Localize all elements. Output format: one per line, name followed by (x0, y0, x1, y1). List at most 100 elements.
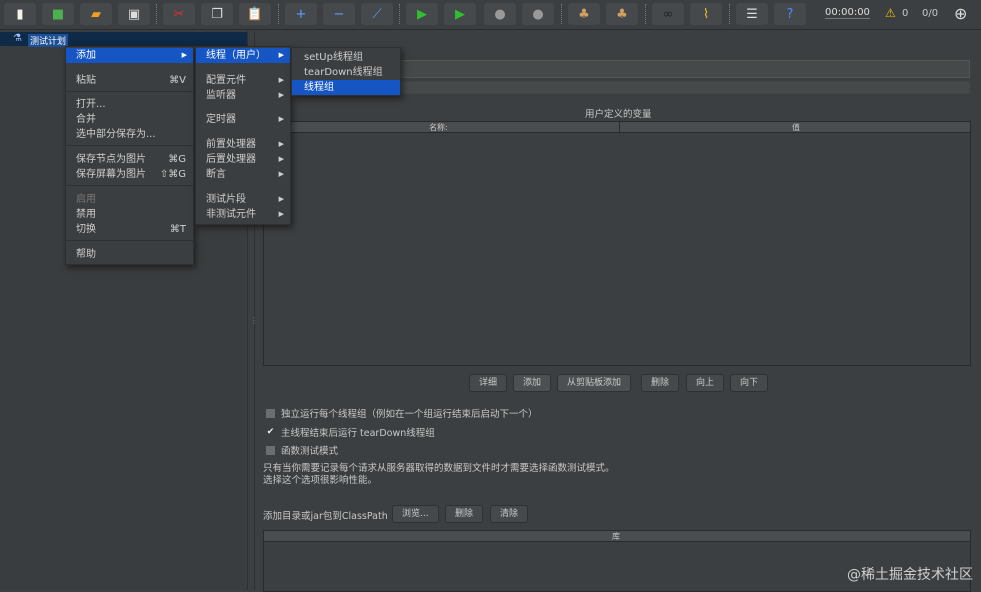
menu-item-open[interactable]: 打开... (66, 97, 193, 112)
templates-icon[interactable]: ■ (42, 3, 74, 25)
search-icon[interactable]: ∞ (652, 3, 684, 25)
elapsed-timer: 00:00:00 (825, 7, 870, 19)
submenu-item-teardown-thread-group[interactable]: tearDown线程组 (292, 65, 400, 80)
submenu-item-preprocessor[interactable]: 前置处理器 ▶ (196, 137, 290, 152)
move-down-button[interactable]: 向下 (730, 374, 769, 392)
browse-button[interactable]: 浏览... (392, 505, 439, 523)
add-button[interactable]: 添加 (513, 374, 552, 392)
toggle-icon[interactable]: ⟋ (361, 3, 393, 25)
menu-item-save-selection[interactable]: 选中部分保存为... (66, 127, 193, 142)
submenu-item-timer[interactable]: 定时器 ▶ (196, 112, 290, 127)
column-value[interactable]: 值 (792, 122, 800, 133)
checkmark-icon[interactable]: ✔ (266, 427, 275, 437)
start-icon[interactable]: ▶ (406, 3, 438, 25)
checkbox-label: 主线程结束后运行 tearDown线程组 (281, 428, 435, 439)
classpath-delete-button[interactable]: 删除 (445, 505, 484, 523)
submenu-item-postprocessor[interactable]: 后置处理器 ▶ (196, 152, 290, 167)
thread-group-submenu: setUp线程组 tearDown线程组 线程组 (291, 47, 401, 96)
menu-label: 合并 (76, 114, 96, 125)
add-submenu: 线程（用户） ▶ 配置元件 ▶ 监听器 ▶ 定时器 ▶ 前置处理器 ▶ 后置处理器 ▶ 断言… (195, 46, 291, 225)
menu-label: 帮助 (76, 249, 96, 260)
menu-label: 定时器 (206, 114, 236, 125)
reset-search-icon[interactable]: ⌇ (690, 3, 722, 25)
submenu-item-non-test[interactable]: 非测试元件 ▶ (196, 207, 290, 222)
menu-item-merge[interactable]: 合并 (66, 112, 193, 127)
help-icon[interactable]: ? (774, 3, 806, 25)
chevron-right-icon: ▶ (278, 115, 284, 123)
menu-item-save-node-image[interactable]: 保存节点为图片 ⌘G (66, 152, 193, 167)
move-up-button[interactable]: 向上 (686, 374, 725, 392)
toolbar: ▮ ■ ▰ ▣ ✂ ❐ 📋 + − ⟋ ▶ ▶ ● ● ♣ ♣ ∞ ⌇ ☰ ? … (0, 0, 981, 30)
menu-item-add[interactable]: 添加 ▶ (66, 48, 193, 63)
variables-table[interactable]: 名称: 值 (263, 121, 971, 366)
chevron-right-icon: ▶ (181, 51, 187, 59)
collapse-icon[interactable]: − (323, 3, 355, 25)
chevron-right-icon: ▶ (278, 76, 284, 84)
menu-item-save-screen-image[interactable]: 保存屏幕为图片 ⇧⌘G (66, 167, 193, 182)
detail-button[interactable]: 详细 (469, 374, 508, 392)
chevron-right-icon: ▶ (278, 170, 284, 178)
thread-count: 0/0 (922, 8, 939, 19)
submenu-item-assertion[interactable]: 断言 ▶ (196, 167, 290, 182)
menu-label: 非测试元件 (206, 209, 256, 220)
save-icon[interactable]: ▣ (118, 3, 150, 25)
remote-icon[interactable]: ⊕ (954, 4, 967, 23)
menu-label: 监听器 (206, 90, 236, 101)
chevron-right-icon: ▶ (278, 91, 284, 99)
menu-item-toggle[interactable]: 切换 ⌘T (66, 222, 193, 237)
submenu-item-listener[interactable]: 监听器 ▶ (196, 88, 290, 103)
chevron-right-icon: ▶ (278, 210, 284, 218)
menu-item-help[interactable]: 帮助 (66, 247, 193, 262)
menu-label: 线程组 (304, 82, 334, 93)
functional-test-mode-checkbox[interactable]: 函数测试模式 (266, 443, 338, 457)
flask-icon: ⚗ (13, 33, 22, 44)
clear-all-icon[interactable]: ♣ (606, 3, 638, 25)
menu-label: 添加 (76, 50, 96, 61)
open-icon[interactable]: ▰ (80, 3, 112, 25)
menu-label: 保存屏幕为图片 (76, 169, 146, 180)
teardown-after-shutdown-checkbox[interactable]: ✔ 主线程结束后运行 tearDown线程组 (266, 425, 435, 439)
checkbox-label: 函数测试模式 (281, 446, 339, 457)
run-groups-consecutively-checkbox[interactable]: 独立运行每个线程组（例如在一个组运行结束后启动下一个） (266, 406, 538, 420)
menu-label: 保存节点为图片 (76, 154, 146, 165)
submenu-item-test-fragment[interactable]: 测试片段 ▶ (196, 192, 290, 207)
menu-item-disable[interactable]: 禁用 (66, 207, 193, 222)
new-icon[interactable]: ▮ (4, 3, 36, 25)
checkbox-label: 独立运行每个线程组（例如在一个组运行结束后启动下一个） (281, 409, 538, 420)
menu-label: 前置处理器 (206, 139, 256, 150)
delete-button[interactable]: 删除 (641, 374, 680, 392)
classpath-label: 添加目录或jar包到ClassPath (263, 511, 388, 522)
tree-node-label: 测试计划 (28, 34, 69, 47)
chevron-right-icon: ▶ (278, 140, 284, 148)
column-name[interactable]: 名称: (429, 122, 448, 133)
cut-icon[interactable]: ✂ (163, 3, 195, 25)
function-helper-icon[interactable]: ☰ (736, 3, 768, 25)
paste-icon[interactable]: 📋 (239, 3, 271, 25)
chevron-right-icon: ▶ (278, 51, 284, 59)
menu-label: 切换 (76, 224, 96, 235)
menu-item-paste[interactable]: 粘贴 ⌘V (66, 73, 193, 88)
add-from-clipboard-button[interactable]: 从剪贴板添加 (557, 374, 632, 392)
start-no-pause-icon[interactable]: ▶ (444, 3, 476, 25)
column-library[interactable]: 库 (612, 531, 620, 542)
test-plan-panel: 用户定义的变量 名称: 值 详细 添加 从剪贴板添加 删除 向上 向下 独立运行… (255, 31, 981, 592)
menu-label: 断言 (206, 169, 226, 180)
watermark: @稀土掘金技术社区 (847, 567, 973, 583)
submenu-item-setup-thread-group[interactable]: setUp线程组 (292, 50, 400, 65)
submenu-item-threads[interactable]: 线程（用户） ▶ (196, 48, 290, 63)
stop-icon[interactable]: ● (484, 3, 516, 25)
copy-icon[interactable]: ❐ (201, 3, 233, 25)
expand-icon[interactable]: + (285, 3, 317, 25)
tree-node-test-plan[interactable]: ⚗ 测试计划 (0, 32, 247, 47)
performance-note: 选择这个选项很影响性能。 (263, 475, 378, 486)
checkbox-box[interactable] (266, 408, 275, 418)
menu-label: 粘贴 (76, 75, 96, 86)
menu-label: 配置元件 (206, 75, 246, 86)
submenu-item-thread-group[interactable]: 线程组 (292, 80, 400, 95)
checkbox-box[interactable] (266, 445, 275, 455)
classpath-clear-button[interactable]: 清除 (490, 505, 529, 523)
clear-icon[interactable]: ♣ (568, 3, 600, 25)
shutdown-icon[interactable]: ● (522, 3, 554, 25)
submenu-item-config[interactable]: 配置元件 ▶ (196, 73, 290, 88)
menu-label: 选中部分保存为... (76, 129, 156, 140)
